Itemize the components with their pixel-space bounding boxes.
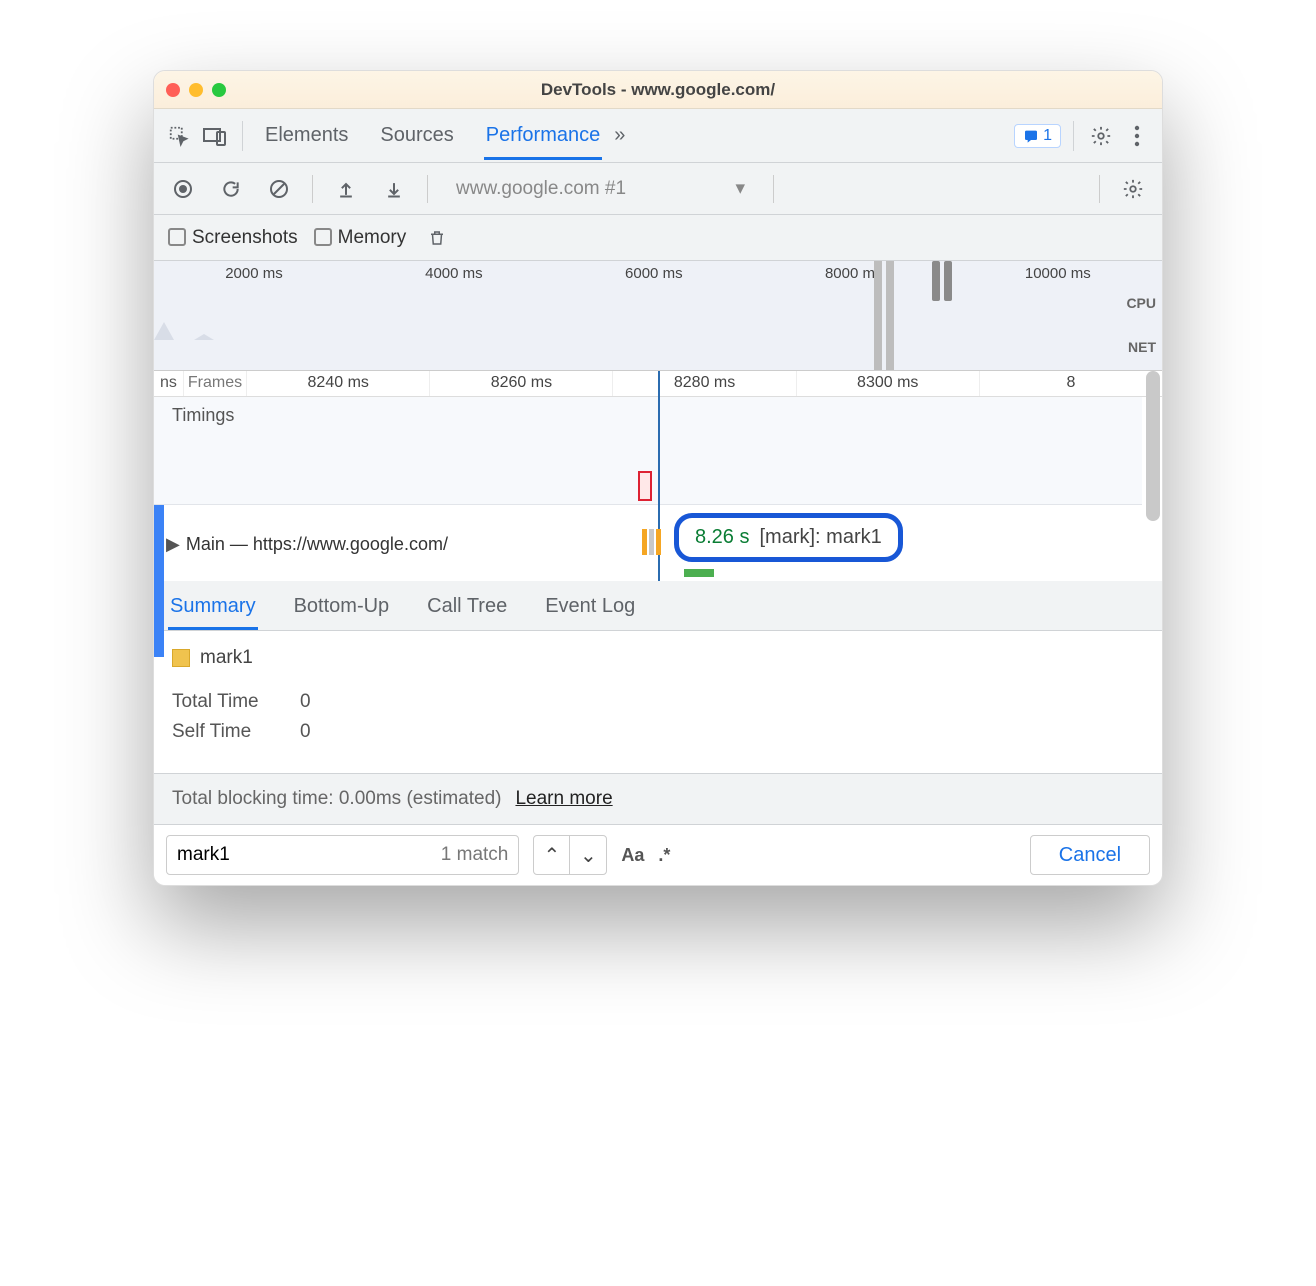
search-nav-buttons: ⌃ ⌄ [533,835,607,875]
session-name: www.google.com #1 [456,178,626,200]
detail-tabs: Summary Bottom-Up Call Tree Event Log [154,581,1162,631]
event-name: mark1 [200,647,253,669]
garbage-collect-icon[interactable] [422,223,452,253]
tab-call-tree[interactable]: Call Tree [425,583,509,630]
mark-tooltip: 8.26 s [mark]: mark1 [674,513,903,562]
flame-chart-area[interactable]: ns Frames 8240 ms 8260 ms 8280 ms 8300 m… [154,371,1162,581]
blocking-time-bar: Total blocking time: 0.00ms (estimated) … [154,773,1162,825]
memory-checkbox[interactable]: Memory [314,227,407,249]
summary-panel: mark1 Total Time 0 Self Time 0 [154,631,1162,773]
window-title: DevTools - www.google.com/ [154,80,1162,100]
search-input[interactable] [177,844,433,866]
overview-row-labels: CPU NET [1126,295,1156,383]
frames-label: Frames [184,371,246,396]
regex-toggle[interactable]: .* [658,845,670,866]
search-field-container: 1 match [166,835,519,875]
issues-badge[interactable]: 1 [1014,124,1061,148]
main-flame-bars [642,529,661,555]
download-icon[interactable] [379,174,409,204]
tab-bottom-up[interactable]: Bottom-Up [292,583,392,630]
next-match-button[interactable]: ⌄ [570,836,606,874]
kebab-menu-icon[interactable] [1122,121,1152,151]
tab-elements[interactable]: Elements [263,111,350,160]
tab-performance[interactable]: Performance [484,111,603,160]
capture-options-row: Screenshots Memory [154,215,1162,261]
expand-triangle-icon[interactable]: ▶ [166,534,180,555]
overview-marker [874,261,882,370]
device-toggle-icon[interactable] [200,121,230,151]
tab-summary[interactable]: Summary [168,583,258,630]
selected-event: mark1 [172,647,1144,669]
inspect-icon[interactable] [164,121,194,151]
tab-event-log[interactable]: Event Log [543,583,637,630]
blocking-text: Total blocking time: 0.00ms (estimated) [172,788,501,810]
cpu-overview-graph [154,310,354,340]
reload-button[interactable] [216,174,246,204]
devtools-window: DevTools - www.google.com/ Elements Sour… [153,70,1163,886]
event-color-swatch [172,649,190,667]
screenshots-checkbox[interactable]: Screenshots [168,227,298,249]
perf-toolbar: www.google.com #1 ▾ [154,163,1162,215]
overview-marker [886,261,894,370]
panel-tabs: Elements Sources Performance [263,111,602,160]
session-dropdown[interactable]: www.google.com #1 ▾ [446,177,755,200]
record-button[interactable] [168,174,198,204]
timing-marker-block[interactable] [638,471,652,501]
tab-sources[interactable]: Sources [378,111,455,160]
upload-icon[interactable] [331,174,361,204]
timings-track-label: Timings [172,405,234,426]
titlebar: DevTools - www.google.com/ [154,71,1162,109]
tracks-scrollbar[interactable] [1146,371,1160,521]
issues-count: 1 [1043,127,1052,145]
mark-label: [mark]: mark1 [759,526,881,549]
clear-button[interactable] [264,174,294,204]
total-time-label: Total Time [172,691,282,713]
dropdown-caret-icon: ▾ [735,177,745,200]
main-tabbar: Elements Sources Performance » 1 [154,109,1162,163]
perf-settings-gear-icon[interactable] [1118,174,1148,204]
settings-gear-icon[interactable] [1086,121,1116,151]
search-bar: 1 match ⌃ ⌄ Aa .* Cancel [154,825,1162,885]
case-sensitive-toggle[interactable]: Aa [621,845,644,866]
match-count: 1 match [441,844,509,866]
overview-window-handle[interactable] [932,261,958,301]
main-thread-label: Main — https://www.google.com/ [186,534,448,555]
cancel-button[interactable]: Cancel [1030,835,1150,875]
time-unit-label: ns [154,371,184,396]
net-label: NET [1126,339,1156,355]
mark-time: 8.26 s [695,526,749,549]
overview-ticks: 2000 ms 4000 ms 6000 ms 8000 ms 10000 ms [154,265,1162,282]
overview-timeline[interactable]: 2000 ms 4000 ms 6000 ms 8000 ms 10000 ms… [154,261,1162,371]
more-tabs-chevron-icon[interactable]: » [608,124,631,147]
cpu-label: CPU [1126,295,1156,311]
self-time-label: Self Time [172,721,282,743]
learn-more-link[interactable]: Learn more [515,788,612,810]
total-time-value: 0 [300,691,311,713]
self-time-value: 0 [300,721,311,743]
prev-match-button[interactable]: ⌃ [534,836,570,874]
task-chip [684,569,714,577]
